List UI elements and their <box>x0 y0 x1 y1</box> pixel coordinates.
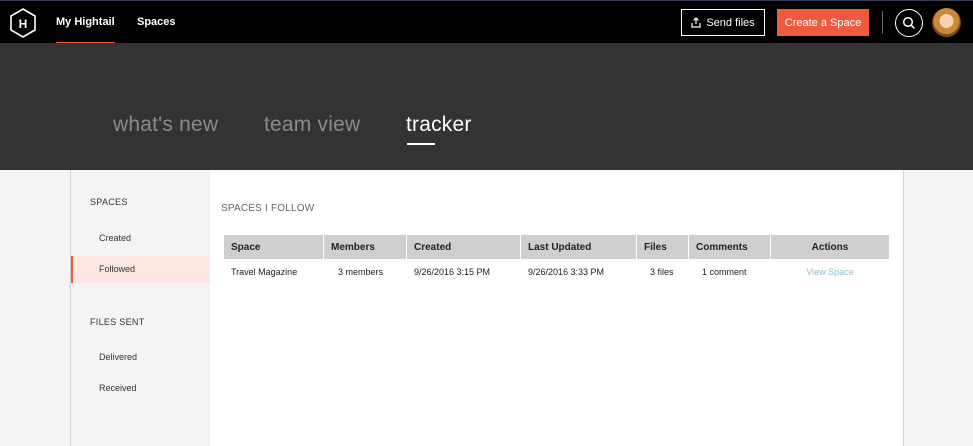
tracker-sidebar: SPACES Created Followed FILES SENT Deliv… <box>71 170 210 446</box>
nav-spaces[interactable]: Spaces <box>137 1 176 44</box>
column-header-comments: Comments <box>689 235 771 259</box>
table-header: Space Members Created Last Updated Files… <box>224 235 889 259</box>
hightail-logo-icon[interactable]: H <box>8 8 38 38</box>
upload-icon <box>691 17 701 28</box>
sidebar-item-followed[interactable]: Followed <box>71 256 210 283</box>
cell-members: 3 members <box>324 259 407 285</box>
nav-my-hightail[interactable]: My Hightail <box>56 1 115 44</box>
tab-whats-new[interactable]: what's new <box>113 113 218 137</box>
cell-last-updated: 9/26/2016 3:33 PM <box>521 259 637 285</box>
send-files-label: Send files <box>706 16 755 29</box>
tab-team-view[interactable]: team view <box>264 113 360 137</box>
column-header-space: Space <box>224 235 324 259</box>
column-header-created: Created <box>407 235 521 259</box>
logo-letter: H <box>19 17 28 31</box>
sidebar-item-received[interactable]: Received <box>71 375 210 402</box>
column-header-actions: Actions <box>811 241 849 253</box>
nav-divider <box>882 11 883 34</box>
user-avatar[interactable] <box>932 8 961 37</box>
column-header-members: Members <box>324 235 407 259</box>
page-title: SPACES I FOLLOW <box>221 203 315 214</box>
view-space-link[interactable]: View Space <box>806 267 853 277</box>
active-tab-underline <box>407 143 435 145</box>
spaces-table: Space Members Created Last Updated Files… <box>224 235 889 285</box>
tab-tracker[interactable]: tracker <box>406 113 472 137</box>
table-row: Travel Magazine 3 members 9/26/2016 3:15… <box>224 259 889 285</box>
cell-created: 9/26/2016 3:15 PM <box>407 259 521 285</box>
left-gutter <box>0 170 71 446</box>
cell-space: Travel Magazine <box>224 259 324 285</box>
search-button[interactable] <box>895 9 923 37</box>
right-gutter <box>903 170 973 446</box>
hero-tabs-section: what's new team view tracker <box>0 43 973 170</box>
search-icon <box>902 16 916 30</box>
top-navigation-bar: H My Hightail Spaces Send files Create a… <box>0 0 973 44</box>
column-header-files: Files <box>637 235 689 259</box>
column-header-last-updated: Last Updated <box>521 235 637 259</box>
sidebar-item-delivered[interactable]: Delivered <box>71 344 210 371</box>
create-space-button[interactable]: Create a Space <box>777 9 869 36</box>
sidebar-heading-files-sent: FILES SENT <box>90 317 145 327</box>
cell-files: 3 files <box>637 259 689 285</box>
send-files-button[interactable]: Send files <box>681 9 765 36</box>
sidebar-heading-spaces: SPACES <box>90 197 128 207</box>
cell-comments: 1 comment <box>689 259 771 285</box>
cell-actions: View Space <box>771 259 889 285</box>
sidebar-item-created[interactable]: Created <box>71 225 210 252</box>
